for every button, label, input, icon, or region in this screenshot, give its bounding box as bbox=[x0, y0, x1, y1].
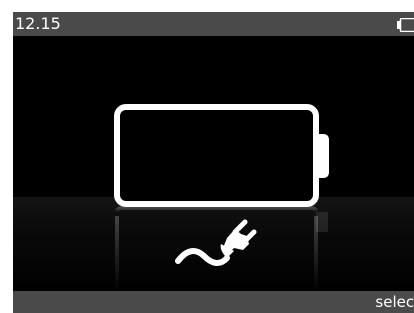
power-plug-icon bbox=[175, 219, 257, 266]
charging-screen bbox=[13, 36, 414, 291]
select-softkey[interactable]: select bbox=[375, 292, 414, 312]
phone-screen: 12.15 selec bbox=[13, 12, 414, 313]
status-bar: 12.15 bbox=[13, 12, 414, 36]
status-clock: 12.15 bbox=[15, 14, 61, 33]
battery-status-icon bbox=[396, 17, 414, 36]
softkey-bar: select bbox=[13, 291, 414, 313]
